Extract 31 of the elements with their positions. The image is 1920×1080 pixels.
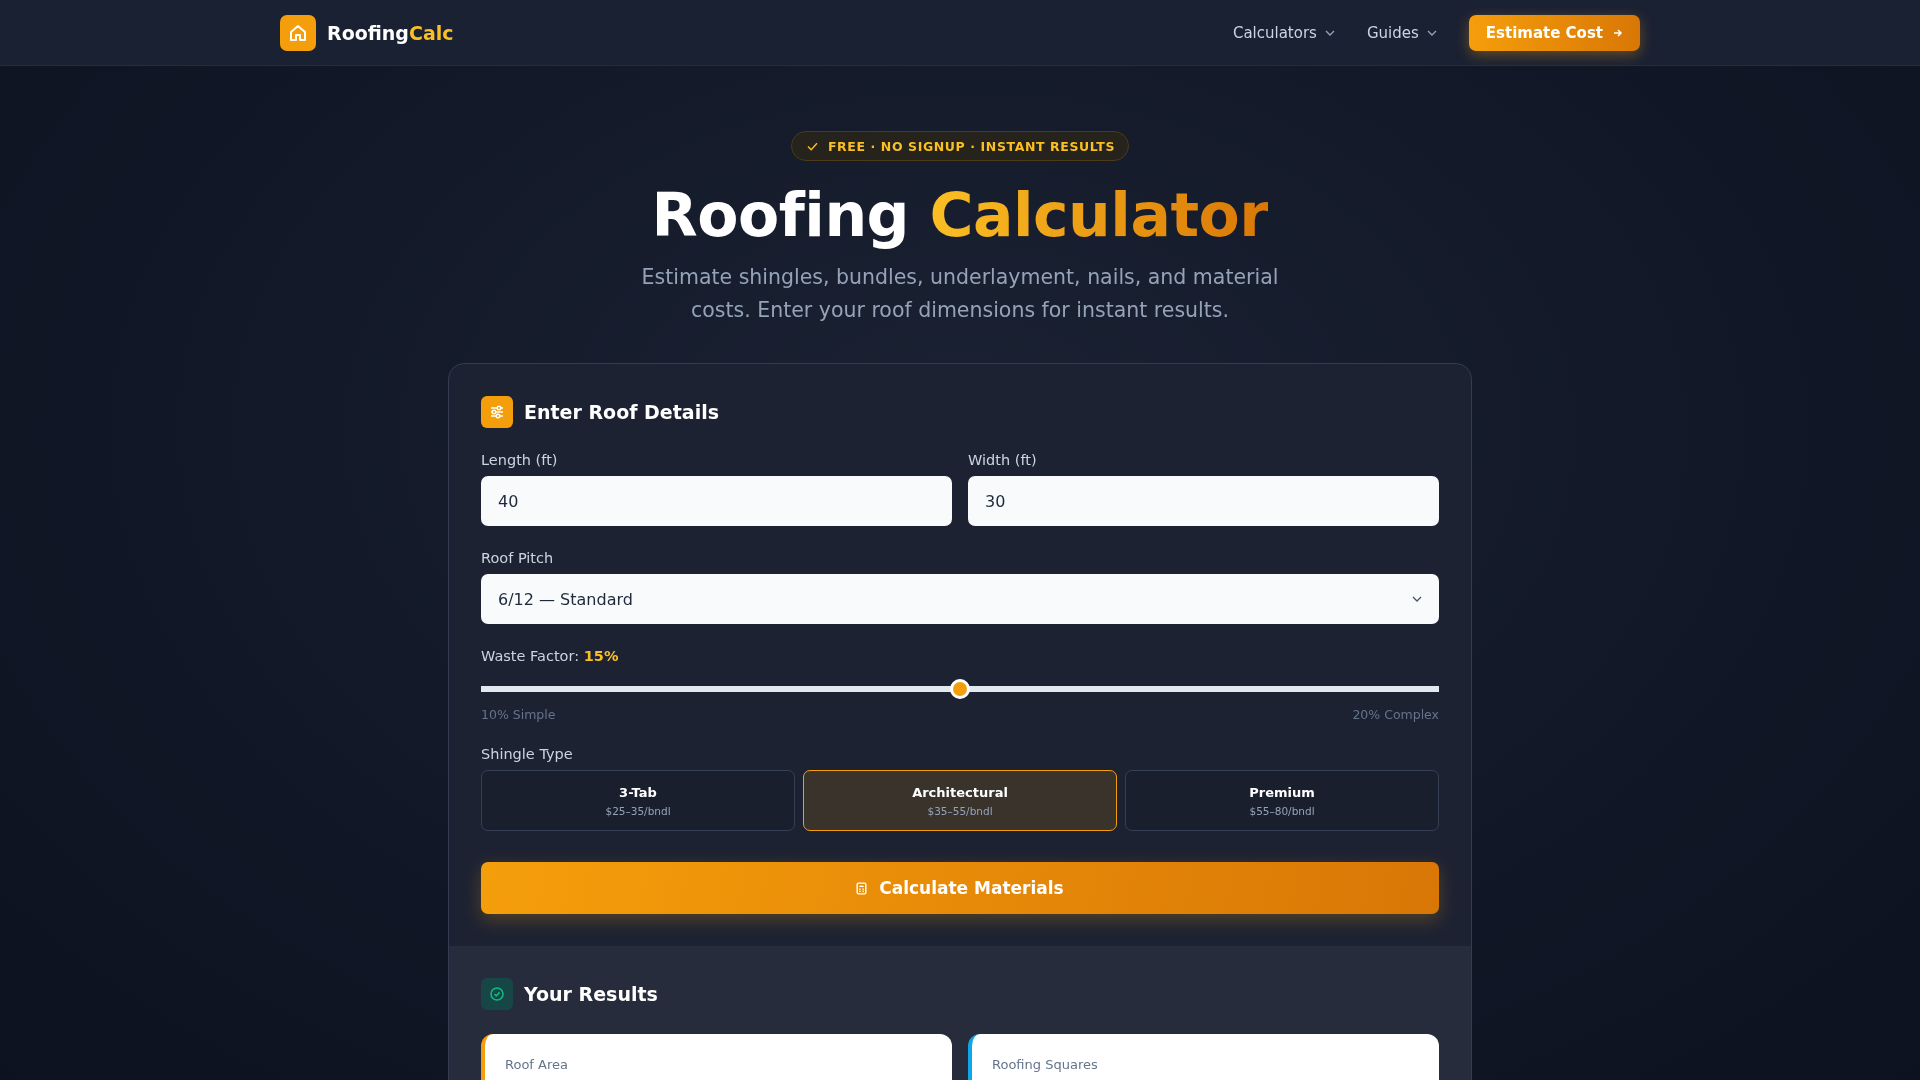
section-title: Your Results bbox=[524, 983, 658, 1005]
chevron-down-icon bbox=[1412, 596, 1422, 602]
calculator-icon bbox=[856, 881, 868, 895]
result-label: Roof Area bbox=[505, 1057, 568, 1072]
field-label: Width (ft) bbox=[968, 452, 1038, 468]
arrow-right-icon bbox=[1613, 27, 1623, 38]
sliders-icon bbox=[481, 396, 513, 428]
chevron-down-icon bbox=[1324, 29, 1335, 36]
field-label: Roof Pitch bbox=[481, 550, 555, 566]
subtitle: Estimate shingles, bundles, underlayment, nails, and material costs. Enter your roof dimensions for instant results. bbox=[640, 264, 1280, 324]
house-logo-icon[interactable] bbox=[280, 14, 316, 51]
chevron-down-icon bbox=[1426, 29, 1437, 36]
section-title: Enter Roof Details bbox=[524, 401, 719, 423]
shingle-option[interactable]: 3-Tab $25–35/bndl bbox=[481, 770, 795, 831]
field-label: Length (ft) bbox=[481, 452, 559, 468]
input-field[interactable]: 30 bbox=[968, 476, 1439, 526]
shingle-option[interactable]: Architectural $35–55/bndl bbox=[803, 770, 1117, 831]
slider-min-label: 10% Simple bbox=[481, 707, 556, 722]
field-label: Waste Factor: 15% bbox=[481, 648, 620, 664]
check-icon bbox=[806, 141, 818, 151]
result-label: Roofing Squares bbox=[992, 1057, 1098, 1072]
logo-text[interactable]: RoofingCalc bbox=[327, 21, 454, 44]
nav-link[interactable]: Calculators bbox=[1232, 23, 1335, 42]
slider-thumb[interactable] bbox=[950, 679, 970, 699]
pitch-select[interactable]: 6/12 — Standard bbox=[481, 574, 1439, 624]
slider-max-label: 20% Complex bbox=[1352, 707, 1439, 722]
shingle-option[interactable]: Premium $55–80/bndl bbox=[1125, 770, 1439, 831]
input-field[interactable]: 40 bbox=[481, 476, 952, 526]
badge: FREE · NO SIGNUP · INSTANT RESULTS bbox=[790, 131, 1130, 161]
field-label: Shingle Type bbox=[481, 746, 574, 762]
nav-link[interactable]: Guides bbox=[1366, 23, 1437, 42]
